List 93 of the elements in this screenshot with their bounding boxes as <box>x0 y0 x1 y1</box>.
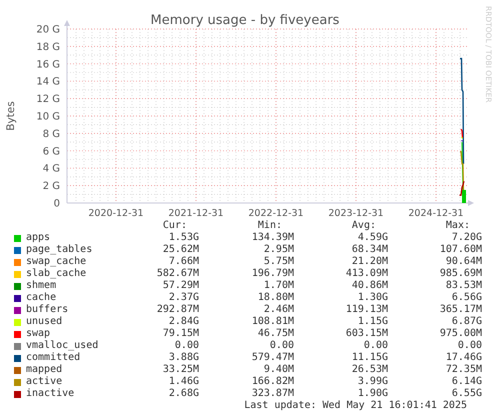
max-value: 7.20G <box>450 232 482 244</box>
cur-value: 57.29M <box>162 280 199 292</box>
cur-value: 2.37G <box>168 292 199 304</box>
cur-value: 7.66M <box>168 256 199 268</box>
cur-value: 292.87M <box>156 304 199 316</box>
max-value: 975.00M <box>438 328 482 340</box>
min-value: 9.40M <box>262 364 294 376</box>
cur-value: 582.67M <box>156 268 199 280</box>
y-tick-label: 4 G <box>42 164 60 175</box>
max-value: 72.35M <box>444 364 482 376</box>
series-name: swap <box>26 328 52 340</box>
max-value: 6.14G <box>450 376 482 388</box>
column-header: Avg: <box>350 220 377 232</box>
y-tick-label: 14 G <box>36 76 60 88</box>
max-value: 0.00 <box>456 340 482 352</box>
avg-value: 40.86M <box>350 280 388 292</box>
series-name: cache <box>26 292 58 304</box>
axis-label: Bytes <box>5 101 17 131</box>
x-tick-label: 2020-12-31 <box>88 208 144 219</box>
min-value: 5.75M <box>262 256 294 268</box>
series-name: buffers <box>26 304 70 316</box>
max-value: 6.56G <box>450 292 482 304</box>
max-value: 6.55G <box>450 388 482 400</box>
max-value: 17.46G <box>444 352 482 364</box>
y-tick-label: 16 G <box>36 59 60 70</box>
avg-value: 603.15M <box>344 328 388 340</box>
x-tick-label: 2024-12-31 <box>408 208 464 219</box>
avg-value: 11.15G <box>350 352 388 364</box>
x-tick-label: 2023-12-31 <box>328 208 384 219</box>
cur-value: 1.46G <box>168 376 199 388</box>
y-tick-label: 6 G <box>42 146 60 158</box>
cur-value: 25.62M <box>162 244 199 256</box>
cur-value: 0.00 <box>174 340 199 352</box>
min-value: 46.75M <box>256 328 294 340</box>
min-value: 108.81M <box>250 316 294 328</box>
x-tick-label: 2022-12-31 <box>248 208 304 219</box>
max-value: 90.64M <box>444 256 482 268</box>
max-value: 365.17M <box>438 304 482 316</box>
min-value: 2.46M <box>262 304 294 316</box>
column-header: Max: <box>444 220 471 232</box>
min-value: 579.47M <box>250 352 294 364</box>
series-name: active <box>26 376 64 388</box>
series-name: inactive <box>26 388 76 400</box>
cur-value: 79.15M <box>162 328 199 340</box>
cur-value: 2.84G <box>168 316 199 328</box>
series-name: unused <box>26 316 64 328</box>
avg-value: 0.00 <box>362 340 388 352</box>
avg-value: 21.20M <box>350 256 388 268</box>
avg-value: 1.15G <box>356 316 388 328</box>
y-tick-label: 18 G <box>36 42 60 53</box>
avg-value: 1.30G <box>356 292 388 304</box>
y-tick-label: 8 G <box>42 128 60 140</box>
min-value: 18.80M <box>256 292 294 304</box>
cur-value: 3.88G <box>168 352 199 364</box>
avg-value: 1.90G <box>356 388 388 400</box>
series-name: vmalloc_used <box>26 340 100 352</box>
series-name: shmem <box>26 280 58 292</box>
series-name: apps <box>26 232 52 244</box>
chart-title: Memory usage - by fiveyears <box>150 13 340 28</box>
max-value: 6.87G <box>450 316 482 328</box>
avg-value: 68.34M <box>350 244 388 256</box>
column-header: Cur: <box>162 220 188 232</box>
min-value: 134.39M <box>250 232 294 244</box>
last-update-text: Last update: Wed May 21 16:01:41 2025 <box>244 400 467 412</box>
series-name: page_tables <box>26 244 94 256</box>
series-name: mapped <box>26 364 64 376</box>
max-value: 107.60M <box>438 244 482 256</box>
min-value: 2.95M <box>262 244 294 256</box>
cur-value: 1.53G <box>168 232 199 244</box>
y-tick-label: 12 G <box>36 94 60 106</box>
column-header: Min: <box>256 220 283 232</box>
series-name: slab_cache <box>26 268 88 280</box>
min-value: 323.87M <box>250 388 294 400</box>
avg-value: 3.99G <box>356 376 388 388</box>
cur-value: 33.25M <box>162 364 199 376</box>
y-tick-label: 20 G <box>36 24 60 36</box>
avg-value: 4.59G <box>356 232 388 244</box>
min-value: 196.79M <box>250 268 294 280</box>
series-name: committed <box>26 352 82 364</box>
max-value: 83.53M <box>444 280 482 292</box>
avg-value: 26.53M <box>350 364 388 376</box>
min-value: 1.70M <box>262 280 294 292</box>
x-tick-label: 2021-12-31 <box>168 208 224 219</box>
y-tick-label: 2 G <box>42 181 60 192</box>
min-value: 166.82M <box>250 376 294 388</box>
y-tick-label: 10 G <box>36 112 60 122</box>
max-value: 985.69M <box>438 268 482 280</box>
series-name: swap_cache <box>26 256 88 268</box>
cur-value: 2.68G <box>168 388 199 400</box>
avg-value: 119.13M <box>344 304 388 316</box>
y-tick-label: 0 <box>54 198 60 210</box>
min-value: 0.00 <box>268 340 294 352</box>
avg-value: 413.09M <box>344 268 388 280</box>
